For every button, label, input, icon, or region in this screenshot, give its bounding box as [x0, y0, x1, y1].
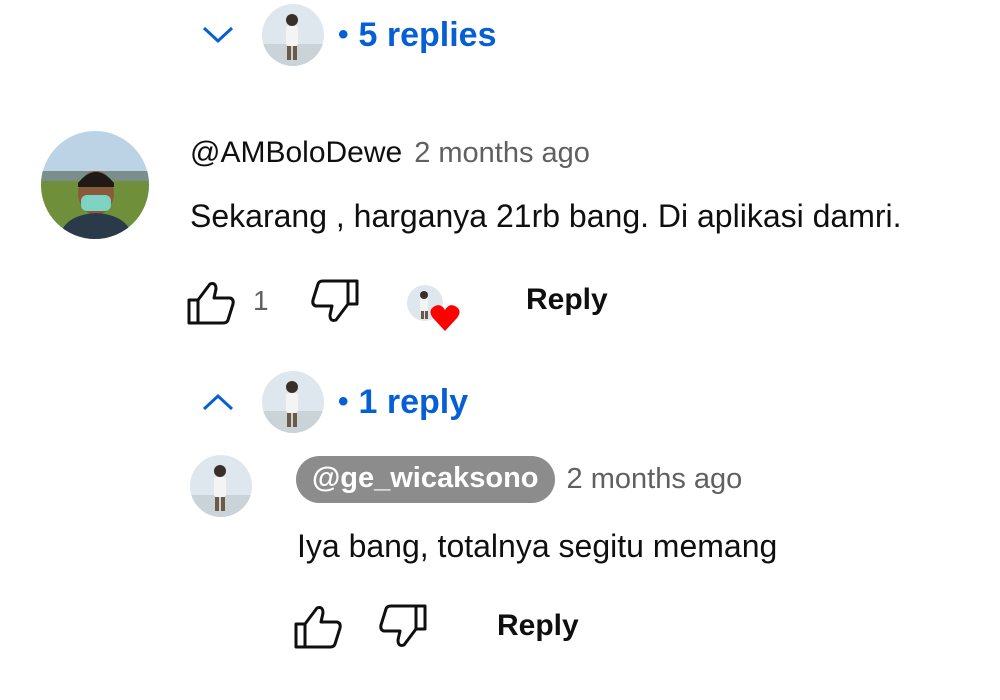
- reply-text: Iya bang, totalnya segitu memang: [297, 528, 778, 564]
- reply-author-mention[interactable]: @ge_wicaksono: [296, 456, 555, 503]
- comment-text: Sekarang , harganya 21rb bang. Di aplika…: [190, 198, 902, 234]
- dislike-button[interactable]: [310, 278, 360, 324]
- heart-icon: [430, 305, 460, 331]
- creator-avatar: [262, 4, 324, 66]
- chevron-down-icon: [200, 17, 236, 53]
- reply-author-avatar[interactable]: [190, 455, 252, 517]
- comment-timestamp[interactable]: 2 months ago: [414, 137, 590, 170]
- reply-dislike-button[interactable]: [378, 603, 428, 649]
- thumb-down-icon: [379, 604, 427, 647]
- separator-dot: •: [338, 385, 349, 418]
- thumb-up-icon: [187, 282, 235, 325]
- show-replies-toggle[interactable]: • 5 replies: [200, 4, 497, 66]
- comment-author[interactable]: @AMBoloDewe: [190, 136, 402, 170]
- creator-avatar: [262, 371, 324, 433]
- creator-heart-badge: [407, 285, 463, 335]
- replies-count-label: 5 replies: [358, 15, 497, 54]
- like-button[interactable]: [186, 280, 236, 326]
- replies-count-label: 1 reply: [358, 382, 469, 421]
- thumb-down-icon: [311, 279, 359, 322]
- reply-reply-button[interactable]: Reply: [497, 609, 579, 643]
- separator-dot: •: [338, 18, 349, 51]
- hide-replies-toggle[interactable]: • 1 reply: [200, 371, 468, 433]
- chevron-up-icon: [200, 384, 236, 420]
- reply-like-button[interactable]: [293, 604, 343, 650]
- commenter-avatar[interactable]: [41, 131, 149, 239]
- thumb-up-icon: [294, 606, 342, 649]
- reply-timestamp[interactable]: 2 months ago: [567, 463, 743, 496]
- like-count: 1: [253, 285, 269, 316]
- reply-button[interactable]: Reply: [526, 283, 608, 317]
